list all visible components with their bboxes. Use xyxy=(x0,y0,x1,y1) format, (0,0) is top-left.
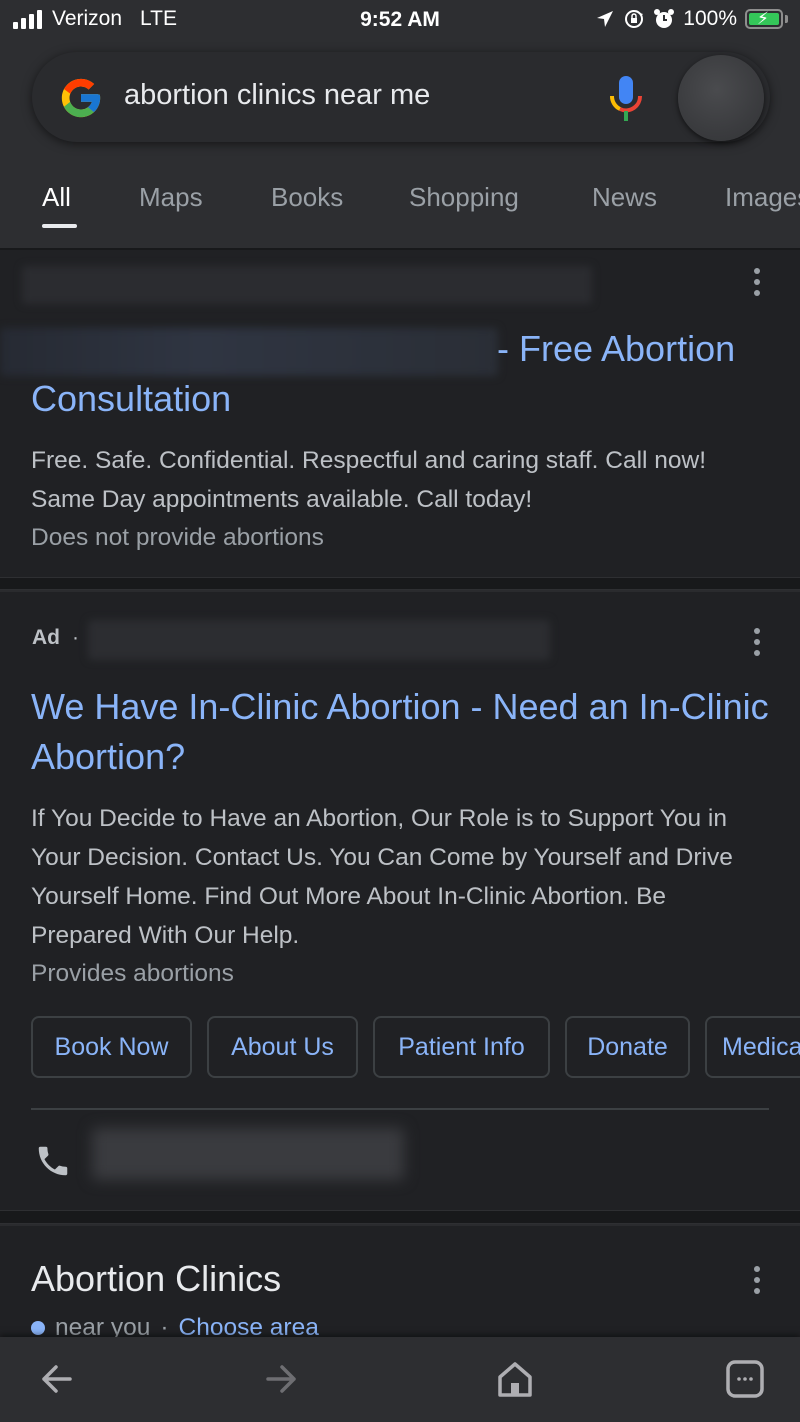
location-arrow-icon xyxy=(597,11,614,27)
active-tab-indicator xyxy=(42,224,77,228)
ad-title-link[interactable]: We Have In-Clinic Abortion - Need an In-… xyxy=(31,682,776,782)
redacted-url xyxy=(88,620,550,660)
sitelink-patient-info[interactable]: Patient Info xyxy=(373,1016,550,1078)
account-avatar[interactable] xyxy=(678,55,764,141)
tab-books[interactable]: Books xyxy=(271,182,343,213)
divider xyxy=(31,1108,769,1110)
tab-maps[interactable]: Maps xyxy=(139,182,203,213)
alarm-icon xyxy=(654,9,675,28)
phone-icon[interactable] xyxy=(34,1142,72,1180)
result-disclaimer: Does not provide abortions xyxy=(31,524,324,551)
result-title-link-continued[interactable]: Consultation xyxy=(31,374,771,424)
home-icon[interactable] xyxy=(495,1359,535,1399)
card-separator xyxy=(0,577,800,590)
sitelink-donate[interactable]: Donate xyxy=(565,1016,690,1078)
ad-badge: Ad xyxy=(32,626,60,649)
search-input[interactable] xyxy=(124,79,584,112)
search-tabs: All Maps Books Shopping News Images xyxy=(0,168,800,248)
card-separator xyxy=(0,1210,800,1224)
ad-result-card: Ad · We Have In-Clinic Abortion - Need a… xyxy=(0,590,800,1210)
sitelink-book-now[interactable]: Book Now xyxy=(31,1016,192,1078)
redacted-title xyxy=(0,328,498,376)
status-bar: Verizon LTE 9:52 AM 100% ⚡ xyxy=(0,0,800,40)
sitelinks-row: Book Now About Us Patient Info Donate Me… xyxy=(31,1016,800,1078)
result-title-link[interactable]: - Free Abortion xyxy=(497,324,777,374)
redacted-phone-number xyxy=(92,1128,404,1180)
tab-news[interactable]: News xyxy=(592,182,657,213)
page: Verizon LTE 9:52 AM 100% ⚡ abortion clin… xyxy=(0,0,800,1422)
local-results-card: Abortion Clinics near you · Choose area xyxy=(0,1224,800,1344)
sitelink-about-us[interactable]: About Us xyxy=(207,1016,358,1078)
back-arrow-icon[interactable] xyxy=(34,1359,74,1399)
redacted-url xyxy=(22,266,592,304)
orientation-lock-icon xyxy=(625,10,644,28)
sitelink-medical[interactable]: Medica xyxy=(705,1016,800,1078)
battery-charging-icon: ⚡ xyxy=(745,9,783,29)
browser-toolbar xyxy=(0,1337,800,1422)
ad-disclaimer: Provides abortions xyxy=(31,960,234,987)
search-header: All Maps Books Shopping News Images xyxy=(0,40,800,248)
google-g-icon xyxy=(61,78,101,118)
tab-all[interactable]: All xyxy=(42,182,71,213)
tab-shopping[interactable]: Shopping xyxy=(409,182,519,213)
tab-images[interactable]: Images xyxy=(725,182,800,213)
ad-description: If You Decide to Have an Abortion, Our R… xyxy=(31,805,733,949)
battery-percent: 100% xyxy=(683,7,737,30)
more-options-icon[interactable] xyxy=(752,268,762,296)
ad-separator: · xyxy=(72,626,79,649)
tabs-menu-icon[interactable] xyxy=(725,1359,765,1399)
more-options-icon[interactable] xyxy=(752,1266,762,1294)
search-box[interactable] xyxy=(32,52,770,142)
more-options-icon[interactable] xyxy=(752,628,762,656)
search-result-card: - Free Abortion Consultation Free. Safe.… xyxy=(0,248,800,577)
section-title: Abortion Clinics xyxy=(31,1258,282,1299)
result-description: Free. Safe. Confidential. Respectful and… xyxy=(31,447,707,513)
battery-nub xyxy=(785,15,788,23)
forward-arrow-icon[interactable] xyxy=(264,1359,304,1399)
microphone-icon[interactable] xyxy=(608,74,644,124)
location-dot-icon xyxy=(31,1321,45,1335)
